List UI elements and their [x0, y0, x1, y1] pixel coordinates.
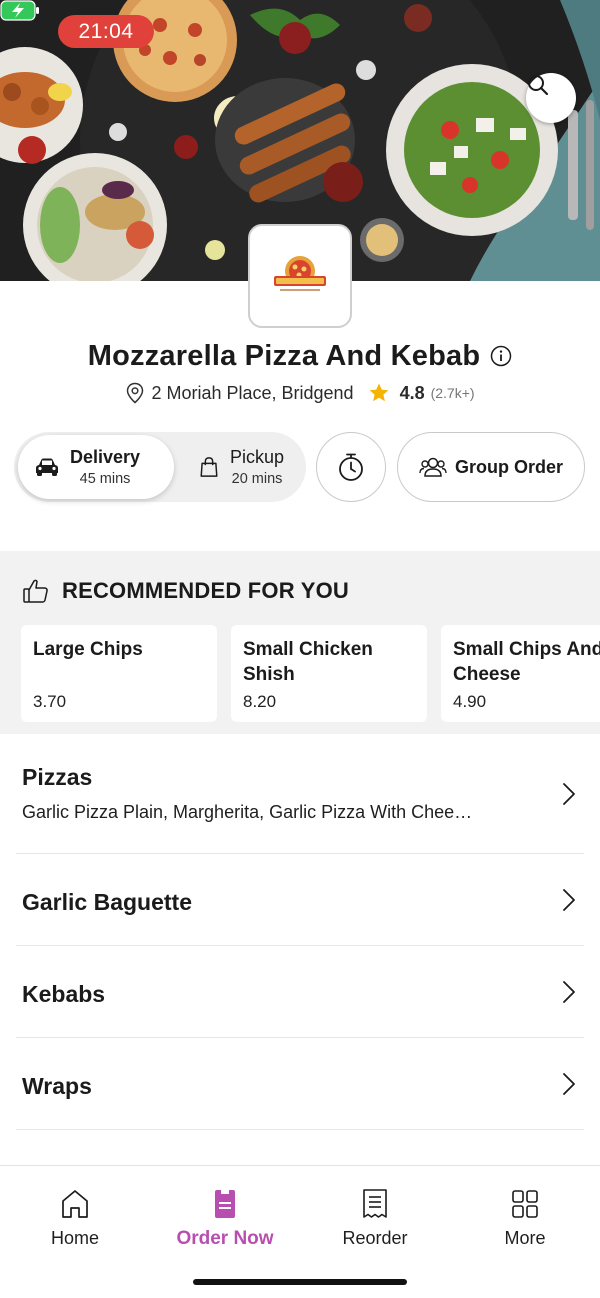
status-time: 21:04 — [58, 15, 154, 48]
pickup-option[interactable]: Pickup 20 mins — [182, 435, 302, 499]
nav-reorder[interactable]: Reorder — [300, 1188, 450, 1249]
shopping-bag-icon — [200, 457, 218, 477]
category-row-garlic-baguette[interactable]: Garlic Baguette — [16, 854, 584, 946]
chevron-right-icon — [563, 1073, 575, 1095]
schedule-button[interactable] — [316, 432, 386, 502]
home-indicator — [193, 1279, 407, 1285]
car-icon — [36, 458, 58, 476]
location-pin-icon — [127, 382, 144, 404]
info-icon[interactable] — [490, 345, 512, 367]
restaurant-title-row: Mozzarella Pizza And Kebab — [0, 334, 600, 378]
category-row-kebabs[interactable]: Kebabs — [16, 946, 584, 1038]
group-icon — [419, 457, 447, 477]
receipt-icon — [363, 1189, 387, 1218]
chevron-right-icon — [563, 981, 575, 1003]
recommended-card[interactable]: Small Chips And Cheese 4.90 — [441, 625, 600, 722]
nav-reorder-label: Reorder — [342, 1228, 408, 1248]
nav-order-now[interactable]: Order Now — [150, 1188, 300, 1250]
category-title: Wraps — [22, 1073, 92, 1099]
recommended-card[interactable]: Large Chips 3.70 — [21, 625, 217, 722]
star-icon — [369, 383, 388, 402]
pickup-time: 20 mins — [231, 471, 283, 487]
delivery-option[interactable]: Delivery 45 mins — [18, 435, 174, 499]
category-row-pizzas[interactable]: Pizzas Garlic Pizza Plain, Margherita, G… — [16, 734, 584, 854]
rating-count: (2.7k+) — [430, 385, 475, 401]
category-subtitle: Garlic Pizza Plain, Margherita, Garlic P… — [22, 802, 473, 822]
restaurant-logo — [248, 224, 352, 328]
category-title: Pizzas — [22, 764, 93, 790]
category-title: Kebabs — [22, 981, 106, 1007]
grid-icon — [512, 1190, 538, 1218]
address-row: 2 Moriah Place, Bridgend 4.8 (2.7k+) — [0, 378, 600, 408]
search-button[interactable] — [526, 73, 576, 123]
order-icon — [215, 1190, 235, 1218]
delivery-time: 45 mins — [79, 471, 131, 487]
thumbs-up-icon — [23, 579, 48, 603]
recommended-item-name: Small Chips And Cheese — [453, 639, 600, 685]
nav-order-now-label: Order Now — [176, 1228, 274, 1249]
recommended-item-name: Large Chips — [33, 639, 143, 660]
recommended-item-price: 3.70 — [33, 692, 67, 711]
restaurant-name: Mozzarella Pizza And Kebab — [87, 339, 481, 372]
chevron-right-icon — [563, 783, 575, 805]
group-order-label: Group Order — [454, 456, 563, 477]
home-icon — [62, 1190, 88, 1218]
recommended-item-price: 8.20 — [243, 692, 277, 711]
pickup-label: Pickup — [230, 447, 285, 467]
category-title: Garlic Baguette — [22, 889, 192, 915]
nav-home-label: Home — [50, 1228, 99, 1248]
nav-home[interactable]: Home — [0, 1188, 150, 1249]
recommended-item-price: 4.90 — [453, 692, 487, 711]
timer-icon — [339, 453, 363, 481]
restaurant-address: 2 Moriah Place, Bridgend — [151, 382, 354, 403]
mozzarella-logo — [274, 256, 326, 291]
recommended-section: RECOMMENDED FOR YOU Large Chips 3.70 Sma… — [0, 551, 600, 734]
recommended-title: RECOMMENDED FOR YOU — [62, 578, 349, 603]
recommended-header: RECOMMENDED FOR YOU — [22, 578, 349, 604]
chevron-right-icon — [563, 889, 575, 911]
nav-more[interactable]: More — [450, 1188, 600, 1249]
battery-icon — [0, 0, 39, 21]
recommended-card[interactable]: Small Chicken Shish 8.20 — [231, 625, 427, 722]
nav-more-label: More — [504, 1228, 546, 1248]
rating-value: 4.8 — [399, 382, 425, 403]
order-mode-toggle: Delivery 45 mins Pickup 20 mins — [14, 432, 306, 502]
search-icon — [528, 75, 549, 96]
recommended-item-name: Small Chicken Shish — [243, 639, 373, 685]
group-order-button[interactable]: Group Order — [397, 432, 585, 502]
category-row-wraps[interactable]: Wraps — [16, 1038, 584, 1130]
delivery-label: Delivery — [70, 447, 141, 467]
